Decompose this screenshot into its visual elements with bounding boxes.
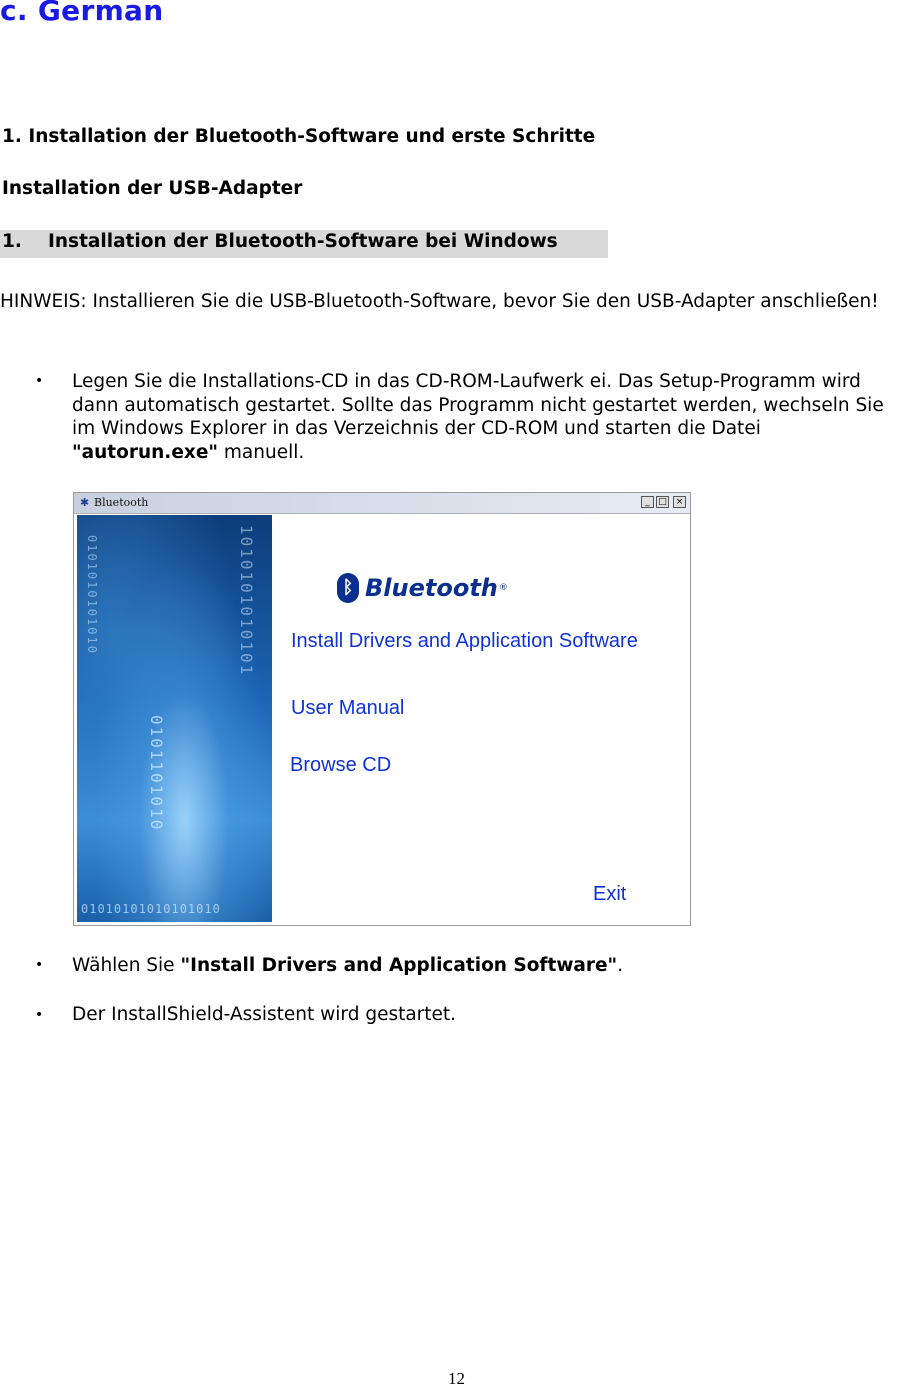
step-heading: Installation der Bluetooth-Software bei … [48, 231, 558, 252]
bullet-item-insert-cd: Legen Sie die Installations-CD in das CD… [72, 370, 910, 464]
page-number: 12 [448, 1369, 465, 1388]
bullet-marker: • [35, 1007, 44, 1023]
bullet-text-end: manuell. [218, 441, 305, 463]
filename-emphasis: "autorun.exe" [72, 441, 219, 463]
user-manual-link[interactable]: User Manual [291, 697, 404, 720]
bluetooth-logo: ᛒ Bluetooth ® [337, 573, 508, 603]
bullet-item-select-install: Wählen Sie "Install Drivers and Applicat… [72, 954, 910, 978]
bluetooth-setup-window-screenshot: ✱ Bluetooth _ □ × 0101010101010 01011010… [73, 492, 691, 926]
window-title: Bluetooth [94, 496, 149, 509]
sub-heading: Installation der USB-Adapter [2, 178, 303, 199]
window-titlebar: ✱ Bluetooth _ □ × [74, 493, 690, 514]
bluetooth-logo-icon: ᛒ [337, 573, 359, 603]
bullet-text: Wählen Sie [72, 955, 181, 976]
binary-pattern: 0101101010 [147, 715, 166, 832]
option-emphasis: "Install Drivers and Application Softwar… [180, 955, 618, 976]
binary-pattern: 1010101010101 [237, 525, 256, 677]
bullet-item-installshield: Der InstallShield-Assistent wird gestart… [72, 1004, 457, 1025]
bullet-text-end: . [617, 955, 624, 976]
section-title: c. German [0, 0, 164, 27]
minimize-icon: _ [641, 496, 654, 508]
maximize-icon: □ [656, 496, 669, 508]
bullet-marker: • [35, 957, 44, 973]
install-drivers-link[interactable]: Install Drivers and Application Software [291, 630, 638, 653]
main-heading: 1. Installation der Bluetooth-Software u… [2, 126, 596, 147]
binary-pattern: 0101010101010 [85, 535, 99, 655]
registered-mark: ® [498, 583, 508, 593]
bluetooth-logo-text: Bluetooth [365, 574, 498, 602]
step-number: 1. [2, 231, 22, 252]
browse-cd-link[interactable]: Browse CD [290, 754, 391, 777]
bullet-marker: • [35, 373, 44, 389]
close-icon: × [673, 496, 686, 508]
exit-link[interactable]: Exit [593, 883, 626, 906]
binary-pattern: 01010101010101010 [81, 902, 221, 916]
bluetooth-icon: ✱ [80, 496, 90, 509]
note-paragraph: HINWEIS: Installieren Sie die USB-Blueto… [0, 291, 879, 312]
decorative-side-image: 0101010101010 0101101010 1010101010101 0… [77, 515, 272, 922]
bullet-text: Legen Sie die Installations-CD in das CD… [72, 371, 884, 439]
